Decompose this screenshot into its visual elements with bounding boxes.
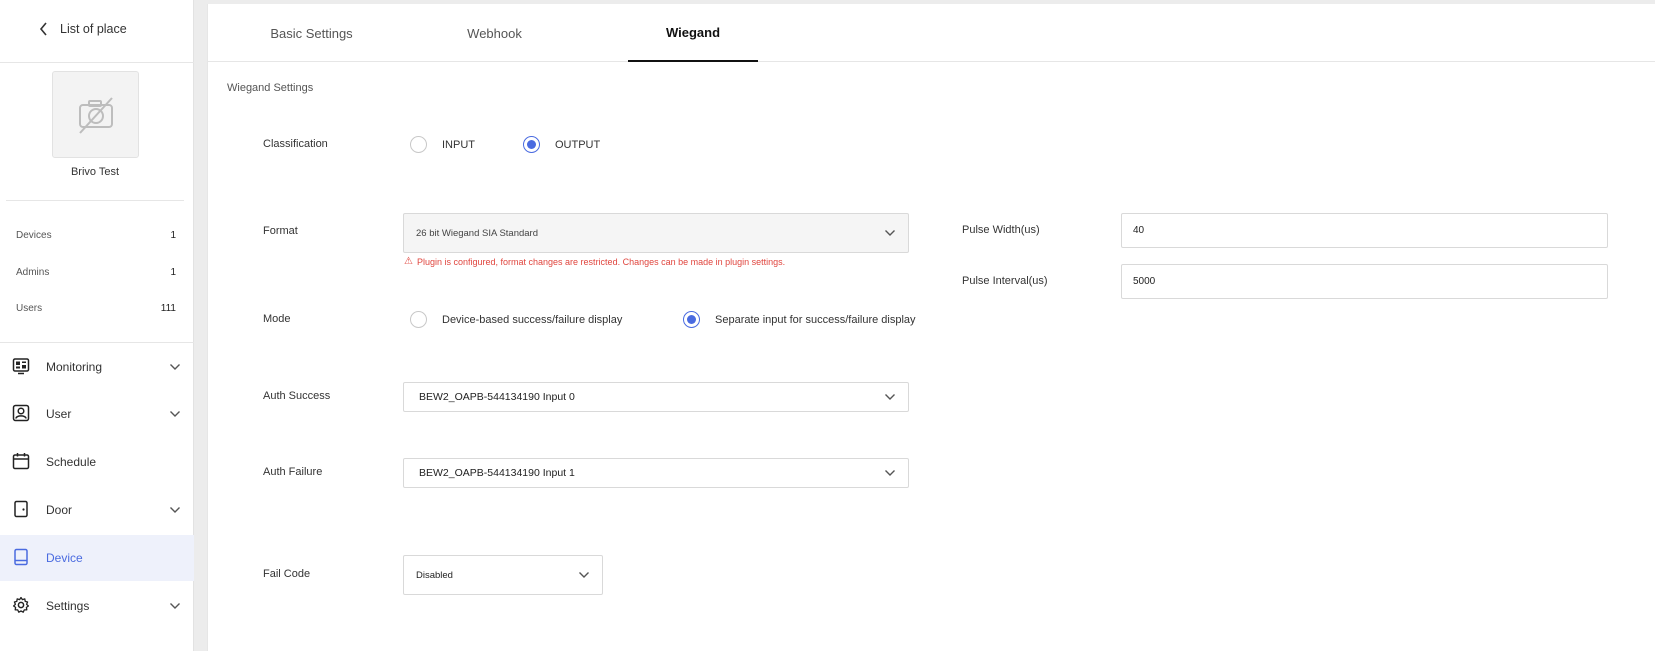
nav-door[interactable]: Door — [0, 487, 194, 533]
stat-users: Users 111 — [16, 303, 176, 314]
radio-button-selected — [523, 136, 540, 153]
classification-label: Classification — [263, 138, 328, 150]
calendar-icon — [12, 453, 30, 470]
stat-value: 1 — [170, 230, 176, 241]
nav-label: Schedule — [46, 455, 97, 469]
fail-code-label: Fail Code — [263, 568, 311, 580]
monitoring-icon — [12, 358, 30, 375]
nav-schedule[interactable]: Schedule — [0, 439, 194, 485]
pulse-width-value: 40 — [1133, 225, 1145, 236]
pulse-width-input[interactable]: 40 — [1121, 213, 1608, 248]
chevron-down-icon — [885, 230, 895, 236]
radio-button-selected — [683, 311, 700, 328]
radio-output[interactable]: OUTPUT — [523, 136, 600, 153]
nav-label: Device — [46, 551, 83, 565]
radio-label: INPUT — [442, 138, 475, 151]
radio-button — [410, 311, 427, 328]
fail-code-value: Disabled — [416, 569, 453, 581]
nav-label: Monitoring — [46, 360, 103, 374]
auth-success-select[interactable]: BEW2_OAPB-544134190 Input 0 — [403, 382, 909, 412]
pulse-interval-value: 5000 — [1133, 276, 1156, 287]
stat-label: Admins — [16, 267, 50, 278]
warning-text: Plugin is configured, format changes are… — [416, 256, 786, 267]
radio-separate-input[interactable]: Separate input for success/failure displ… — [683, 311, 916, 328]
nav-device[interactable]: Device — [0, 535, 194, 581]
device-icon — [14, 548, 28, 566]
chevron-down-icon — [170, 507, 180, 513]
tab-basic-settings[interactable]: Basic Settings — [248, 4, 375, 62]
radio-label: OUTPUT — [555, 138, 601, 151]
back-label: List of place — [60, 22, 127, 36]
section-title: Wiegand Settings — [227, 82, 314, 94]
pulse-interval-input[interactable]: 5000 — [1121, 264, 1608, 299]
tab-wiegand[interactable]: Wiegand — [628, 4, 758, 62]
chevron-down-icon — [170, 603, 180, 609]
format-warning: ⚠ Plugin is configured, format changes a… — [404, 256, 785, 267]
sidebar-divider — [0, 342, 194, 343]
stat-label: Devices — [16, 230, 52, 241]
auth-success-value: BEW2_OAPB-544134190 Input 0 — [419, 391, 575, 403]
format-label: Format — [263, 225, 298, 237]
radio-label: Separate input for success/failure displ… — [715, 313, 916, 326]
nav-settings[interactable]: Settings — [0, 583, 194, 629]
auth-failure-select[interactable]: BEW2_OAPB-544134190 Input 1 — [403, 458, 909, 488]
stat-value: 111 — [160, 303, 176, 314]
pulse-width-label: Pulse Width(us) — [962, 224, 1040, 236]
place-image-placeholder — [52, 71, 139, 158]
radio-device-based[interactable]: Device-based success/failure display — [410, 311, 622, 328]
chevron-down-icon — [885, 470, 895, 476]
fail-code-select[interactable]: Disabled — [403, 555, 603, 595]
stat-admins: Admins 1 — [16, 267, 176, 278]
no-image-icon — [78, 96, 113, 134]
auth-failure-value: BEW2_OAPB-544134190 Input 1 — [419, 467, 575, 479]
chevron-down-icon — [885, 394, 895, 400]
mode-label: Mode — [263, 313, 291, 325]
chevron-down-icon — [170, 364, 180, 370]
radio-button — [410, 136, 427, 153]
format-value: 26 bit Wiegand SIA Standard — [416, 227, 538, 239]
stat-label: Users — [16, 303, 43, 314]
back-to-list-of-place[interactable]: List of place — [38, 18, 127, 40]
sidebar: List of place Brivo Test Devices 1 Admin… — [0, 0, 194, 651]
sidebar-divider — [0, 62, 194, 63]
format-select[interactable]: 26 bit Wiegand SIA Standard — [403, 213, 909, 253]
nav-user[interactable]: User — [0, 391, 194, 437]
nav-label: Settings — [46, 599, 90, 613]
chevron-down-icon — [170, 411, 180, 417]
stat-devices: Devices 1 — [16, 230, 176, 241]
place-name: Brivo Test — [70, 166, 120, 178]
tab-bar: Basic Settings Webhook Wiegand — [208, 4, 1655, 62]
nav-label: User — [46, 407, 72, 421]
pulse-interval-label: Pulse Interval(us) — [962, 275, 1048, 287]
auth-failure-label: Auth Failure — [263, 466, 323, 478]
auth-success-label: Auth Success — [263, 390, 331, 402]
tab-webhook[interactable]: Webhook — [431, 4, 558, 62]
chevron-left-icon — [39, 22, 47, 36]
nav-label: Door — [46, 503, 73, 517]
sidebar-divider — [6, 200, 184, 201]
user-icon — [12, 404, 30, 422]
door-icon — [14, 500, 28, 518]
nav-monitoring[interactable]: Monitoring — [0, 344, 194, 390]
warning-icon: ⚠ — [404, 256, 413, 267]
stat-value: 1 — [170, 267, 176, 278]
chevron-down-icon — [579, 572, 589, 578]
radio-label: Device-based success/failure display — [442, 313, 623, 326]
gear-icon — [12, 596, 30, 613]
radio-input[interactable]: INPUT — [410, 136, 475, 153]
main-panel: Basic Settings Webhook Wiegand Wiegand S… — [207, 4, 1655, 651]
